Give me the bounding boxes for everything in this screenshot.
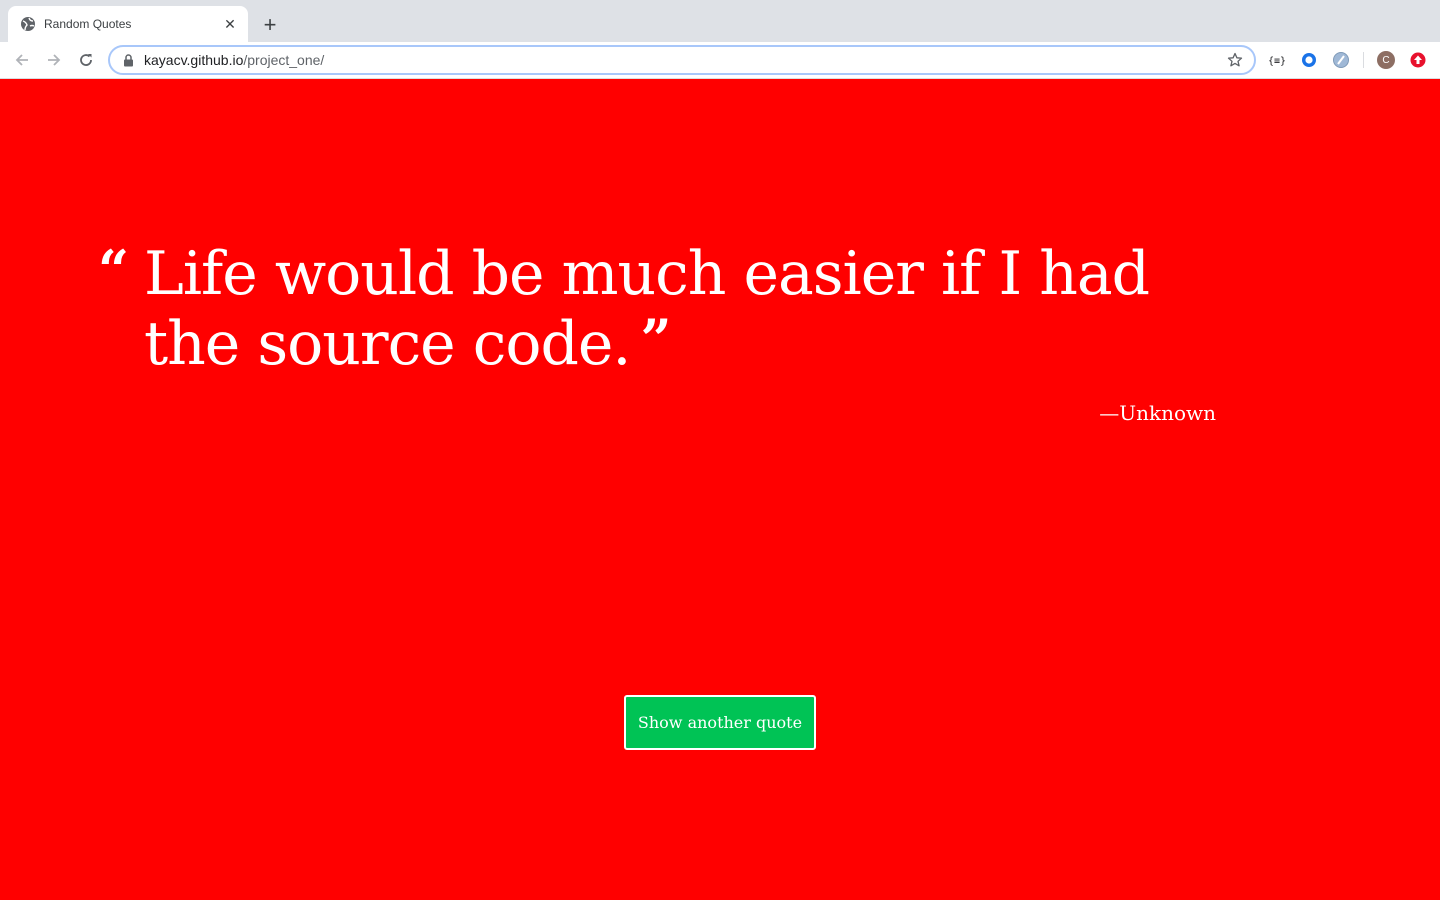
browser-tab[interactable]: Random Quotes ✕ xyxy=(8,6,248,42)
close-tab-icon[interactable]: ✕ xyxy=(222,16,238,32)
back-icon[interactable] xyxy=(9,47,35,73)
quote-text-block: “Life would be much easier if I had the … xyxy=(96,239,1226,379)
svg-text:{≡}: {≡} xyxy=(1268,56,1286,66)
profile-avatar[interactable]: C xyxy=(1376,50,1396,70)
url-path: /project_one/ xyxy=(243,52,325,68)
new-tab-button[interactable]: + xyxy=(258,12,282,37)
update-extension-icon[interactable] xyxy=(1408,50,1428,70)
quote-page: “Life would be much easier if I had the … xyxy=(0,79,1440,900)
url-host: kayacv.github.io xyxy=(144,52,244,68)
close-quote-mark: ” xyxy=(640,307,671,371)
quote-container: “Life would be much easier if I had the … xyxy=(96,239,1236,379)
forward-icon[interactable] xyxy=(41,47,67,73)
tab-title: Random Quotes xyxy=(44,17,132,31)
lock-icon[interactable] xyxy=(122,53,134,67)
bookmark-star-icon[interactable] xyxy=(1226,51,1244,69)
avatar-letter: C xyxy=(1377,51,1395,69)
globe-icon xyxy=(20,16,36,32)
sync-extension-icon[interactable] xyxy=(1331,50,1351,70)
browser-chrome: Random Quotes ✕ + kayacv.github.io/proje… xyxy=(0,0,1440,79)
quote-attribution: —Unknown xyxy=(1099,401,1216,425)
ring-extension-icon[interactable] xyxy=(1299,50,1319,70)
browser-toolbar: kayacv.github.io/project_one/ {≡} C xyxy=(0,42,1440,79)
json-formatter-icon[interactable]: {≡} xyxy=(1267,50,1287,70)
address-bar[interactable]: kayacv.github.io/project_one/ xyxy=(108,45,1256,75)
tab-strip: Random Quotes ✕ + xyxy=(0,0,1440,42)
url-text: kayacv.github.io/project_one/ xyxy=(144,52,1226,68)
show-another-quote-button[interactable]: Show another quote xyxy=(624,695,816,750)
reload-icon[interactable] xyxy=(73,47,99,73)
open-quote-mark: “ xyxy=(98,238,129,302)
toolbar-divider xyxy=(1363,52,1364,68)
